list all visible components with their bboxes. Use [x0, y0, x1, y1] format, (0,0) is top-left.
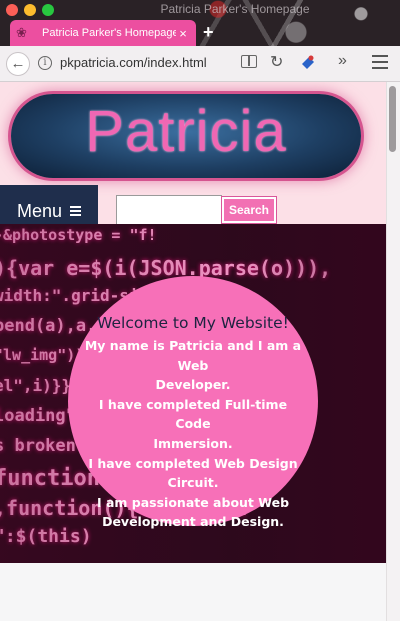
browser-tab[interactable]: ❀ Patricia Parker's Homepage ×: [10, 20, 196, 46]
browser-toolbar: ← i pkpatricia.com/index.html ↻ »: [0, 46, 400, 82]
new-tab-button[interactable]: +: [203, 22, 214, 42]
welcome-line: My name is Patricia and I am a Web: [84, 338, 302, 373]
logo-text: Patricia: [85, 99, 287, 164]
maximize-window-button[interactable]: [42, 4, 54, 16]
welcome-line: I have completed Full-time Code: [98, 396, 288, 432]
tab-title: Patricia Parker's Homepage: [42, 27, 176, 39]
reader-view-icon[interactable]: [241, 55, 257, 68]
address-bar[interactable]: pkpatricia.com/index.html: [60, 55, 207, 70]
site-logo[interactable]: Patricia: [11, 94, 361, 178]
favicon-icon: ❀: [16, 25, 27, 40]
overflow-menu-icon[interactable]: »: [338, 52, 347, 70]
back-button[interactable]: ←: [6, 52, 30, 76]
search-button[interactable]: Search: [221, 196, 277, 224]
window-title: Patricia Parker's Homepage: [160, 2, 310, 16]
title-bar: Patricia Parker's Homepage ❀ Patricia Pa…: [0, 0, 400, 46]
site-info-icon[interactable]: i: [38, 56, 52, 70]
welcome-line: I am passionate about Web: [96, 494, 290, 510]
minimize-window-button[interactable]: [24, 4, 36, 16]
hamburger-icon: [70, 204, 82, 218]
welcome-circle: Welcome to My Website! My name is Patric…: [68, 276, 318, 529]
menu-label: Menu: [16, 200, 63, 221]
scrollbar-thumb[interactable]: [389, 86, 396, 152]
welcome-line: I have completed Web Design Circuit.: [88, 455, 298, 491]
extension-icon[interactable]: [300, 54, 316, 70]
page-footer-area: [0, 563, 386, 621]
web-page: Patricia Menu Search -&photostype = "f!)…: [0, 82, 386, 621]
welcome-line: Developer.: [155, 377, 231, 393]
welcome-text: My name is Patricia and I am a Web Develo…: [68, 336, 318, 532]
scrollbar[interactable]: [386, 82, 400, 621]
close-window-button[interactable]: [6, 4, 18, 16]
welcome-title: Welcome to My Website!: [97, 314, 289, 332]
browser-menu-icon[interactable]: [372, 55, 388, 69]
welcome-line: Development and Design.: [102, 514, 284, 530]
tab-close-icon[interactable]: ×: [176, 26, 190, 41]
search-input[interactable]: [116, 195, 222, 225]
welcome-line: Immersion.: [153, 435, 233, 451]
reload-icon[interactable]: ↻: [270, 52, 283, 72]
